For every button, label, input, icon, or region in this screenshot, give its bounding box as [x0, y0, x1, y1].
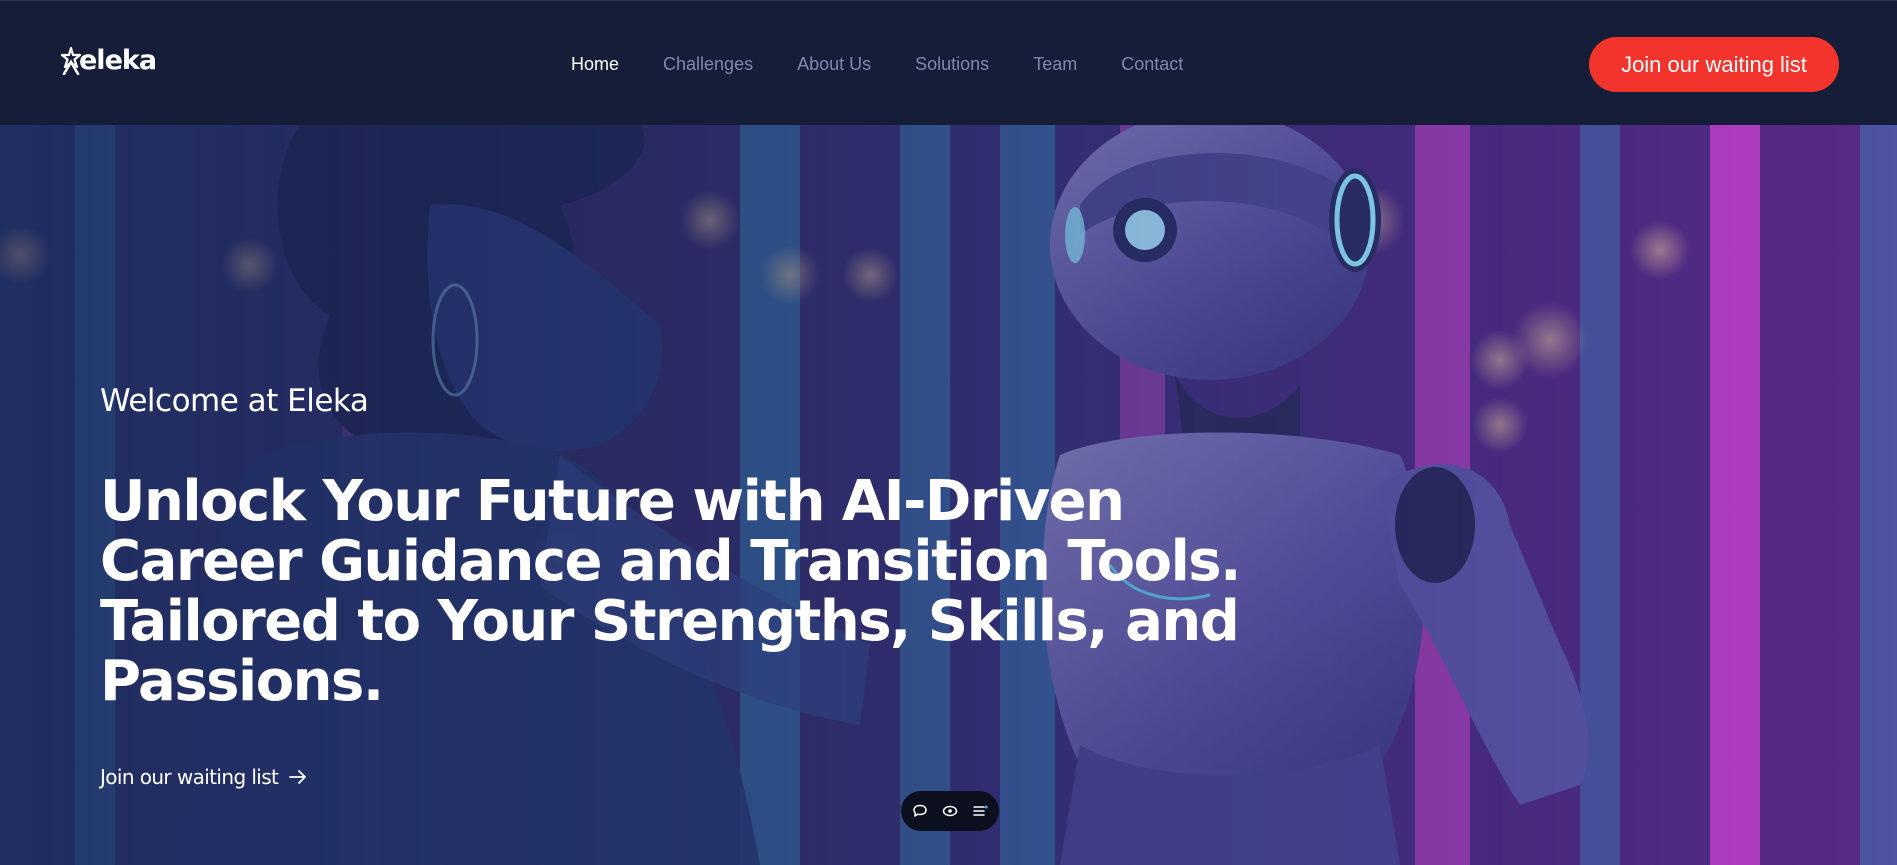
logo-text: eleka [79, 45, 157, 76]
chat-bubble-icon[interactable] [909, 800, 931, 822]
nav-team[interactable]: Team [1033, 53, 1077, 75]
logo[interactable]: eleka [60, 45, 157, 76]
hero-headline: Unlock Your Future with AI-Driven Career… [100, 472, 1250, 712]
hero-waiting-list-link[interactable]: Join our waiting list [100, 765, 308, 789]
nav-contact[interactable]: Contact [1121, 53, 1183, 75]
menu-list-icon[interactable] [969, 800, 991, 822]
headline-line-1: Unlock Your Future with AI-Driven [100, 469, 1125, 534]
join-waiting-list-button[interactable]: Join our waiting list [1589, 37, 1839, 92]
headline-line-3: Tailored to Your Strengths, Skills, and [100, 589, 1240, 654]
main-nav: Home Challenges About Us Solutions Team … [571, 53, 1227, 75]
nav-home[interactable]: Home [571, 53, 619, 75]
welcome-text: Welcome at Eleka [100, 383, 369, 419]
nav-about-us[interactable]: About Us [797, 53, 871, 75]
arrow-right-icon [289, 770, 307, 784]
site-header: eleka Home Challenges About Us Solutions… [0, 0, 1897, 125]
nav-solutions[interactable]: Solutions [915, 53, 989, 75]
nav-challenges[interactable]: Challenges [663, 53, 753, 75]
page: eleka Home Challenges About Us Solutions… [0, 0, 1897, 865]
floating-toolbar [901, 791, 999, 831]
headline-line-4: Passions. [100, 649, 384, 714]
hero-link-label: Join our waiting list [100, 765, 279, 789]
hero-section: Welcome at Eleka Unlock Your Future with… [0, 125, 1897, 865]
headline-line-2: Career Guidance and Transition Tools. [100, 529, 1241, 594]
eye-toggle-icon[interactable] [939, 800, 961, 822]
